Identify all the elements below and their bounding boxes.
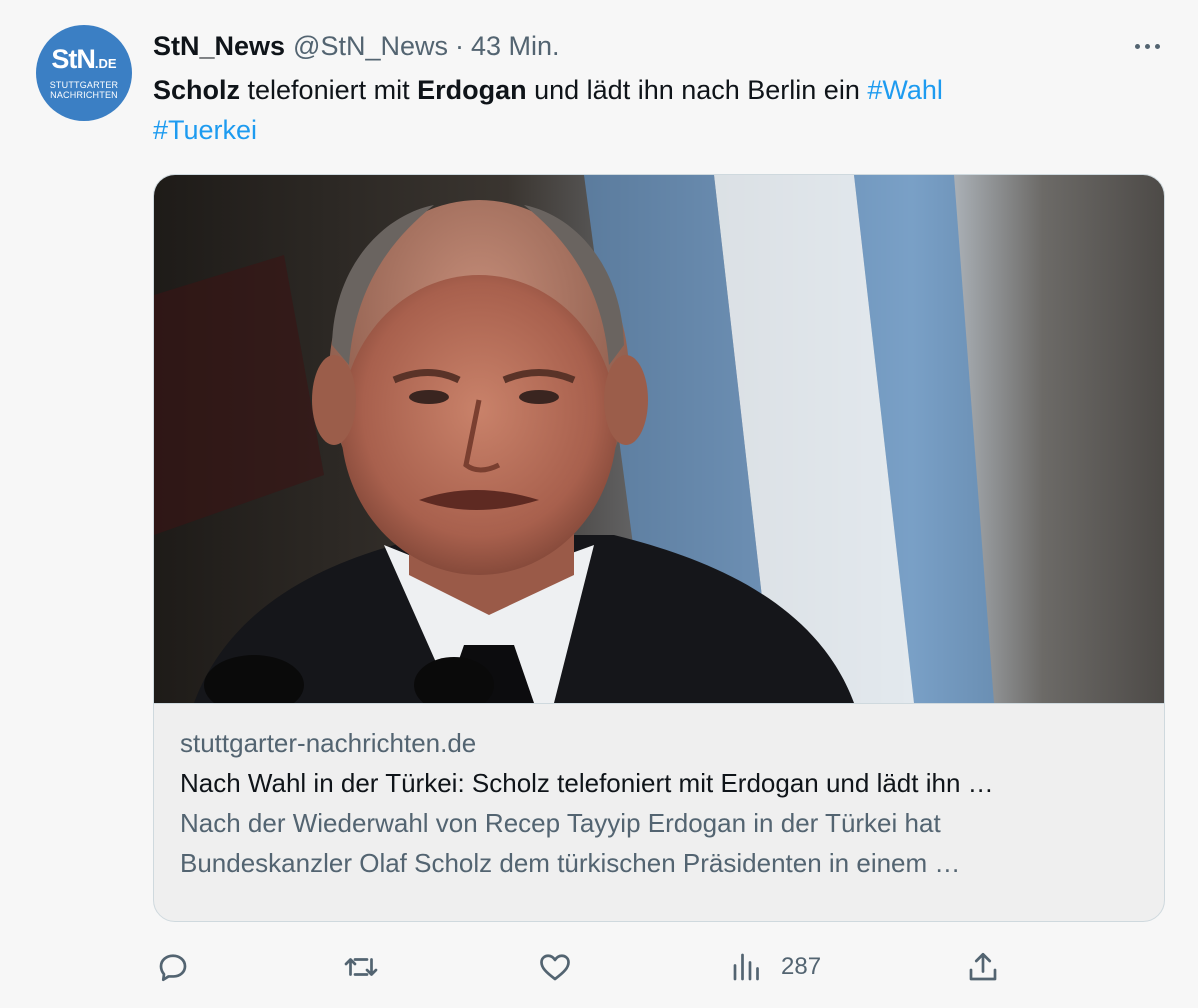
tweet-text: Scholz telefoniert mit Erdogan und lädt … [153, 70, 1093, 150]
timestamp[interactable]: 43 Min. [471, 31, 560, 62]
action-bar: 287 [153, 945, 1183, 989]
dot-icon [1134, 43, 1140, 49]
tweet: StN.DE STUTTGARTER NACHRICHTEN StN_News … [0, 0, 1198, 1008]
views-count: 287 [781, 953, 822, 980]
retweet-button[interactable] [343, 945, 379, 989]
avatar[interactable]: StN.DE STUTTGARTER NACHRICHTEN [36, 25, 132, 121]
card-description: Nach der Wiederwahl von Recep Tayyip Erd… [180, 803, 1135, 883]
separator: · [455, 30, 464, 61]
tweet-text-bold: Scholz [153, 75, 241, 105]
reply-button[interactable] [155, 945, 191, 989]
user-handle[interactable]: @StN_News [293, 31, 448, 62]
avatar-subtitle: STUTTGARTER NACHRICHTEN [49, 80, 119, 100]
tweet-text-bold: Erdogan [417, 75, 527, 105]
card-image[interactable] [154, 175, 1164, 704]
bar-chart-icon [733, 953, 759, 981]
heart-icon [540, 954, 570, 981]
card-body: stuttgarter-nachrichten.de Nach Wahl in … [180, 723, 1140, 883]
tweet-text-segment: telefoniert mit [240, 75, 418, 105]
scholz-photo [154, 175, 1164, 703]
dot-icon [1154, 43, 1160, 49]
card-title: Nach Wahl in der Türkei: Scholz telefoni… [180, 768, 994, 798]
tweet-text-segment: und lädt ihn nach Berlin ein [526, 75, 868, 105]
card-description-line: Bundeskanzler Olaf Scholz dem türkischen… [180, 848, 961, 878]
dot-icon [1144, 43, 1150, 49]
speech-bubble-icon [159, 954, 187, 982]
share-button[interactable] [965, 945, 1001, 989]
like-button[interactable] [537, 945, 573, 989]
avatar-logo: StN.DE [51, 44, 117, 74]
card-description-line: Nach der Wiederwahl von Recep Tayyip Erd… [180, 808, 941, 838]
tweet-header: StN_News @StN_News · 43 Min. [153, 28, 560, 64]
link-preview-card[interactable]: stuttgarter-nachrichten.de Nach Wahl in … [153, 174, 1165, 922]
hashtag-link[interactable]: #Wahl [867, 75, 943, 105]
hashtag-link[interactable]: #Tuerkei [153, 115, 257, 145]
retweet-arrows-icon [344, 958, 378, 976]
card-domain: stuttgarter-nachrichten.de [180, 728, 477, 758]
views-button[interactable]: 287 [729, 945, 821, 989]
upload-arrow-icon [969, 952, 997, 981]
more-options-button[interactable] [1127, 32, 1167, 60]
display-name[interactable]: StN_News [153, 31, 285, 62]
